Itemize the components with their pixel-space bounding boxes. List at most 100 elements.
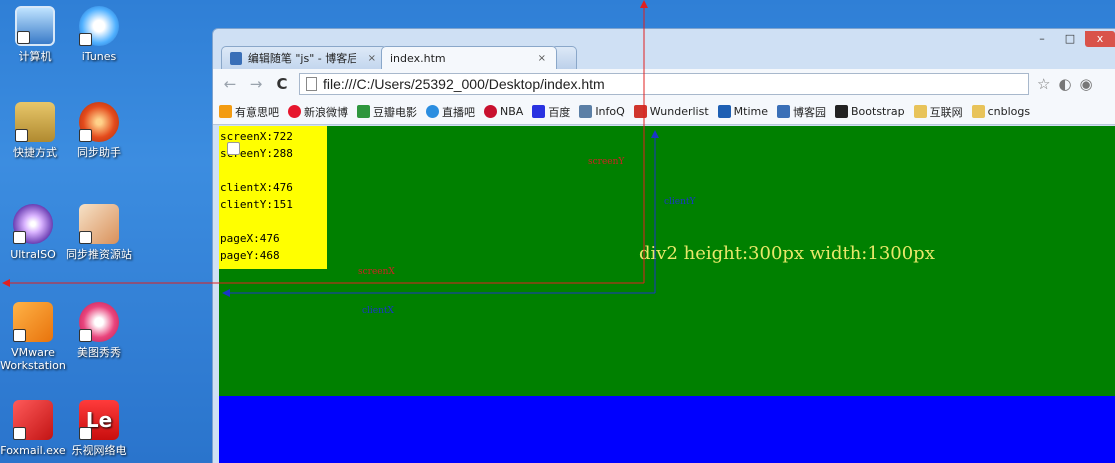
desktop-icon-computer[interactable]: 计算机 [2,6,68,63]
bookmark-favicon-icon [532,105,546,118]
bookmark-folder[interactable]: cnblogs [971,105,1030,118]
desktop-icon-letv[interactable]: Le 乐视网络电 [66,400,132,457]
page-favicon-icon [227,142,240,155]
bookmark-label: InfoQ [595,105,625,118]
bookmark-item[interactable]: Wunderlist [633,105,709,118]
reload-icon[interactable]: C [273,75,291,93]
bookmark-favicon-icon [777,105,790,118]
desktop-icon-label: 同步助手 [77,146,121,159]
tab-index-htm[interactable]: index.htm × [227,46,557,155]
bookmark-item[interactable]: Mtime [717,105,768,118]
tab-strip: 编辑随笔 "js" - 博客后台 × index.htm × [221,45,577,155]
bookmark-favicon-icon [219,105,232,118]
window-controls: – □ x [1029,31,1115,47]
extension-icon[interactable]: ◐ [1058,75,1071,93]
desktop-icon-foxmail[interactable]: Foxmail.exe [0,400,66,457]
bookmark-favicon-icon [717,105,731,118]
minimize-button[interactable]: – [1029,31,1055,47]
page-body: div2 height:300px width:1300px screenX:7… [219,126,1115,463]
bookmark-item[interactable]: 新浪微博 [288,104,348,120]
browser-toolbar: ← → C file:///C:/Users/25392_000/Desktop… [213,69,1115,99]
bookmark-label: 博客园 [793,105,826,119]
desktop-icon-label: 美图秀秀 [77,346,121,359]
folder-icon [971,105,985,118]
tongbu-resource-icon [79,204,119,244]
client-x-annotation: clientX [362,306,394,316]
tab-title: 编辑随笔 "js" - 博客后台 [247,52,356,65]
forward-arrow-icon[interactable]: → [247,75,265,93]
bookmark-label: 新浪微博 [304,105,348,119]
div2-label: div2 height:300px width:1300px [639,243,935,264]
bookmark-label: 有意思吧 [235,105,279,119]
computer-icon [15,6,55,46]
bookmarks-bar: 有意思吧 新浪微博 豆瓣电影 直播吧 NBA 百度 InfoQ Wunderli… [213,99,1115,125]
bookmark-label: Bootstrap [851,105,905,118]
bookmark-item[interactable]: InfoQ [579,105,625,118]
address-bar[interactable]: file:///C:/Users/25392_000/Desktop/index… [299,73,1029,95]
tab-close-icon[interactable]: × [368,53,376,64]
desktop-icon-label: UltraISO [10,248,56,261]
desktop-icon-shortcut[interactable]: 快捷方式 [2,102,68,159]
star-bookmark-icon[interactable]: ☆ [1037,75,1050,93]
client-x-readout: clientX:476 [220,181,293,194]
bookmark-label: 百度 [548,105,571,119]
client-y-readout: clientY:151 [220,198,293,211]
bookmark-item[interactable]: 博客园 [777,104,826,120]
bookmark-item[interactable]: 豆瓣电影 [357,104,417,120]
bookmark-item[interactable]: Bootstrap [835,105,905,118]
bookmark-item[interactable]: 直播吧 [426,104,475,120]
desktop-icon-label: Foxmail.exe [0,444,66,457]
bookmark-favicon-icon [426,105,439,118]
bookmark-favicon-icon [357,105,370,118]
bookmark-item[interactable]: NBA [484,105,523,118]
bookmark-item[interactable]: 有意思吧 [219,104,279,120]
screen-x-annotation: screenX [358,267,395,277]
meitu-icon [79,302,119,342]
bookmark-label: 豆瓣电影 [373,105,417,119]
back-arrow-icon[interactable]: ← [221,75,239,93]
bookmark-item[interactable]: 百度 [532,104,570,120]
bookmark-folder[interactable]: 互联网 [913,104,963,120]
tongbu-icon [79,102,119,142]
desktop-icon-itunes[interactable]: iTunes [66,6,132,63]
page-x-readout: pageX:476 [220,232,280,245]
bookmark-favicon-icon [579,105,593,118]
close-window-button[interactable]: x [1085,31,1115,47]
desktop-icon-label: iTunes [81,50,117,63]
desktop-icon-meitu[interactable]: 美图秀秀 [66,302,132,359]
bookmark-label: Mtime [733,105,768,118]
page-y-readout: pageY:468 [220,249,280,262]
desktop-icon-tongbu-resource[interactable]: 同步推资源站 [66,204,132,261]
bookmark-label: Wunderlist [649,105,709,118]
bookmark-label: 直播吧 [442,105,475,119]
desktop-icon-vmware[interactable]: VMware Workstation [0,302,66,372]
settings-icon[interactable]: ◉ [1080,75,1093,93]
bookmark-favicon-icon [288,105,301,118]
desktop-icon-tongbu[interactable]: 同步助手 [66,102,132,159]
screen-y-annotation: screenY [588,157,625,167]
letv-icon: Le [79,400,119,440]
tab-close-icon[interactable]: × [538,53,546,64]
page-icon [306,77,317,91]
desktop-icon-label: 快捷方式 [13,146,57,159]
ultraiso-icon [13,204,53,244]
desktop-icon-label: VMware Workstation [0,346,66,372]
bookmark-favicon-icon [835,105,848,118]
foxmail-icon [13,400,53,440]
maximize-button[interactable]: □ [1057,31,1083,47]
desktop-icon-label: 同步推资源站 [66,248,132,261]
browser-window: – □ x 编辑随笔 "js" - 博客后台 × index.htm × ← →… [212,28,1115,463]
bookmark-favicon-icon [484,105,497,118]
desktop-icon-label: 乐视网络电 [71,444,127,457]
desktop-icon-ultraiso[interactable]: UltraISO [0,204,66,261]
client-y-annotation: clientY [664,197,696,207]
tab-title: index.htm [390,51,446,65]
shortcut-icon [15,102,55,142]
desktop-icon-label: 计算机 [18,50,52,63]
tab-blog-editor[interactable]: 编辑随笔 "js" - 博客后台 × [221,46,387,69]
itunes-icon [79,6,119,46]
bookmark-favicon-icon [633,105,647,118]
div2-box: div2 height:300px width:1300px [219,126,1115,396]
vmware-icon [13,302,53,342]
cnblogs-favicon-icon [230,51,242,65]
